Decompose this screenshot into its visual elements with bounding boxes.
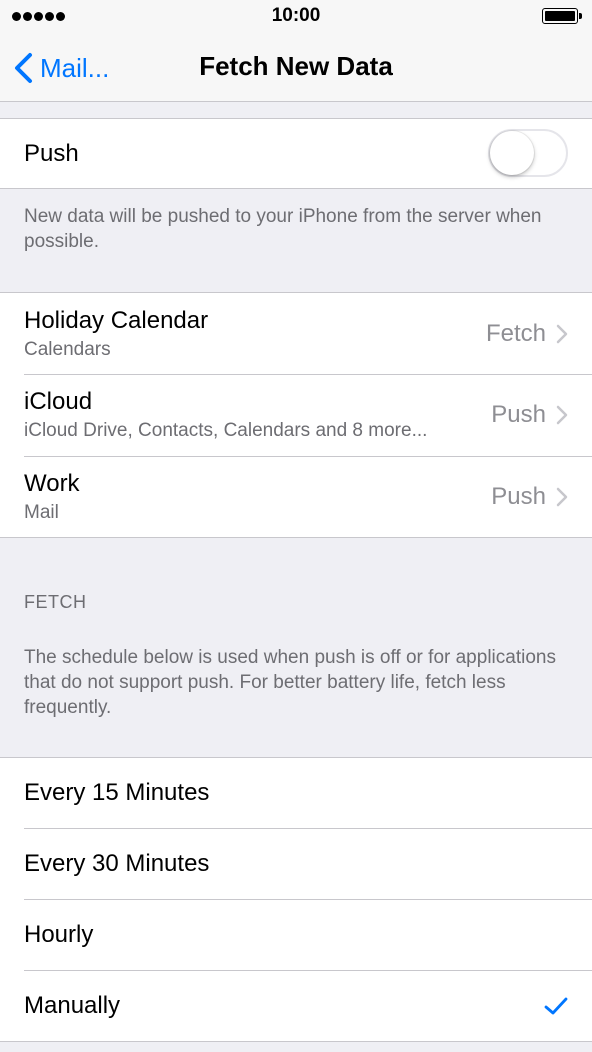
chevron-right-icon <box>556 487 568 506</box>
fetch-option-label: Manually <box>24 991 121 1019</box>
fetch-option-every-30-minutes[interactable]: Every 30 Minutes <box>0 828 592 899</box>
account-mode: Fetch <box>485 319 546 347</box>
status-time: 10:00 <box>271 5 321 26</box>
battery-icon <box>542 8 582 24</box>
push-footnote: New data will be pushed to your iPhone f… <box>24 206 542 252</box>
account-name: Work <box>24 469 80 497</box>
fetch-option-label: Every 15 Minutes <box>24 779 210 806</box>
account-services: Mail <box>24 501 59 523</box>
fetch-schedule-group: Every 15 Minutes Every 30 Minutes Hourly… <box>0 757 592 1042</box>
fetch-option-manually[interactable]: Manually <box>0 970 592 1041</box>
checkmark-icon <box>544 997 568 1014</box>
fetch-option-label: Every 30 Minutes <box>24 849 210 877</box>
account-services: Calendars <box>24 338 111 360</box>
account-name: iCloud <box>24 388 93 415</box>
fetch-new-data-screen: 10:00 Mail... Fetch New Data Push New da… <box>0 0 592 1052</box>
account-row-icloud[interactable]: iCloud iCloud Drive, Contacts, Calendars… <box>0 374 592 456</box>
account-row-work[interactable]: Work Mail Push <box>0 456 592 537</box>
account-name: Holiday Calendar <box>24 306 209 334</box>
push-group: Push <box>0 118 592 189</box>
account-mode: Push <box>491 482 546 510</box>
fetch-option-label: Hourly <box>24 920 94 948</box>
account-mode: Push <box>491 401 546 428</box>
push-row: Push <box>0 119 592 188</box>
navigation-bar: Mail... Fetch New Data <box>0 36 592 102</box>
top-bar: 10:00 Mail... Fetch New Data <box>0 0 592 102</box>
status-bar: 10:00 <box>0 0 592 36</box>
chevron-right-icon <box>556 324 568 343</box>
toggle-knob <box>490 131 534 175</box>
push-toggle[interactable] <box>488 129 568 177</box>
chevron-right-icon <box>556 405 568 425</box>
push-label: Push <box>24 139 79 167</box>
accounts-group: Holiday Calendar Calendars Fetch iCloud … <box>0 292 592 538</box>
page-title: Fetch New Data <box>199 51 393 81</box>
fetch-option-hourly[interactable]: Hourly <box>0 899 592 970</box>
fetch-section-header: FETCH <box>24 592 87 612</box>
account-services: iCloud Drive, Contacts, Calendars and 8 … <box>24 420 428 441</box>
account-row-holiday-calendar[interactable]: Holiday Calendar Calendars Fetch <box>0 293 592 374</box>
fetch-option-every-15-minutes[interactable]: Every 15 Minutes <box>0 758 592 828</box>
fetch-description: The schedule below is used when push is … <box>24 647 556 718</box>
